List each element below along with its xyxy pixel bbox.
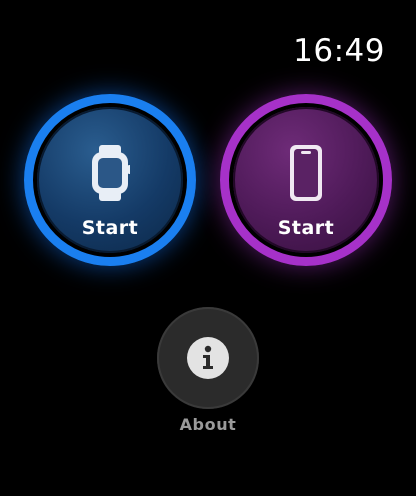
start-on-watch-label: Start bbox=[81, 217, 139, 239]
start-on-phone-button-face: Start bbox=[233, 107, 379, 253]
iphone-icon bbox=[290, 145, 322, 201]
watch-screen: 16:49 Start Start About bbox=[0, 0, 416, 496]
start-on-watch-button-face: Start bbox=[37, 107, 183, 253]
clock-time: 16:49 bbox=[293, 33, 385, 69]
about-button[interactable] bbox=[157, 307, 259, 409]
apple-watch-icon bbox=[92, 145, 130, 201]
start-on-phone-button[interactable]: Start bbox=[220, 94, 392, 266]
start-on-watch-button[interactable]: Start bbox=[24, 94, 196, 266]
start-on-phone-label: Start bbox=[277, 217, 335, 239]
info-icon bbox=[187, 337, 229, 379]
about-label: About bbox=[179, 415, 237, 434]
